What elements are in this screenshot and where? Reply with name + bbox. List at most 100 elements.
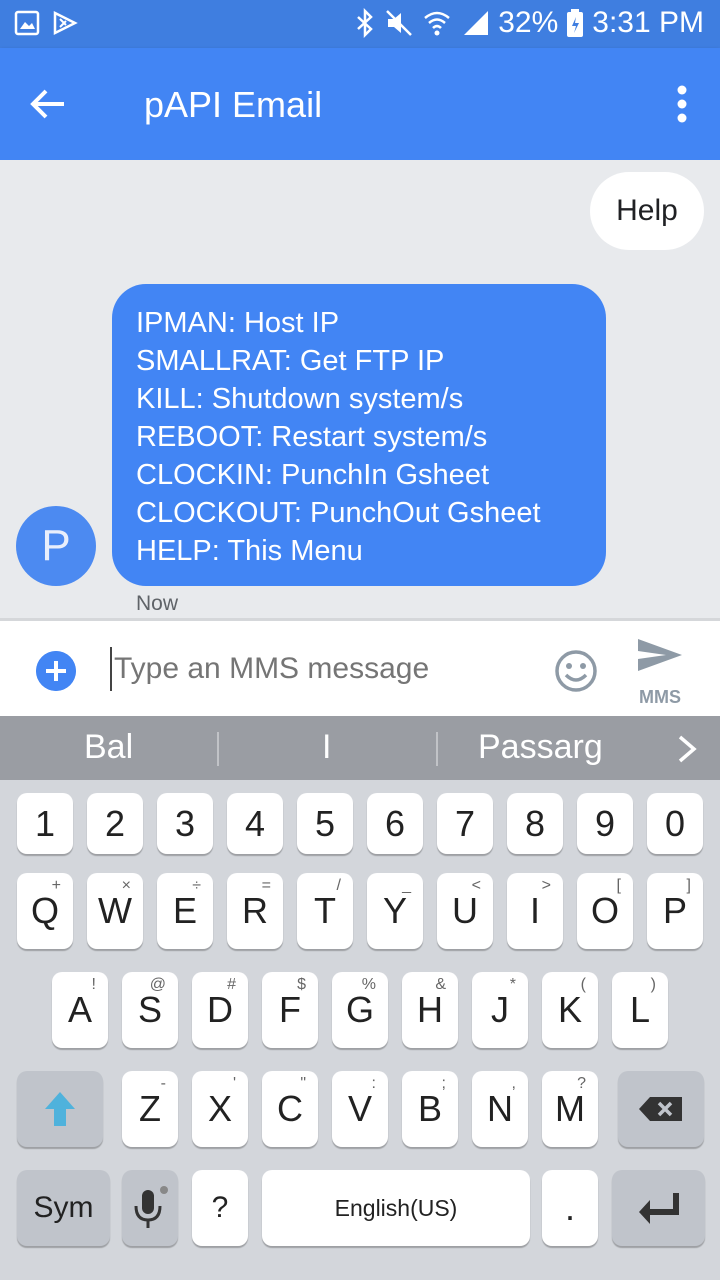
key-3[interactable]: 3 <box>157 793 213 854</box>
conversation-area[interactable]: Help IPMAN: Host IP SMALLRAT: Get FTP IP… <box>0 160 720 618</box>
key-m[interactable]: ? M <box>542 1071 598 1147</box>
key-k[interactable]: (K <box>542 972 598 1048</box>
suggestion-divider <box>436 732 438 766</box>
key-c[interactable]: " C <box>262 1071 318 1147</box>
battery-charging-icon <box>567 9 584 37</box>
key-1[interactable]: 1 <box>17 793 73 854</box>
key-label: Y <box>382 890 407 931</box>
play-store-notification-icon <box>53 10 78 36</box>
key-9[interactable]: 9 <box>577 793 633 854</box>
emoji-icon[interactable] <box>554 649 598 693</box>
key-label: Q <box>30 890 59 931</box>
suggestion-1[interactable]: Bal <box>84 728 133 767</box>
status-bar: 32% 3:31 PM <box>0 0 720 48</box>
key-q[interactable]: + Q <box>17 873 73 949</box>
key-secondary: _ <box>402 877 411 894</box>
key-secondary: < <box>471 877 481 894</box>
key-i[interactable]: > I <box>507 873 563 949</box>
key-4[interactable]: 4 <box>227 793 283 854</box>
send-button[interactable]: MMS <box>630 635 690 715</box>
suggestion-3[interactable]: Passarg <box>478 728 603 767</box>
key-5[interactable]: 5 <box>297 793 353 854</box>
key-n[interactable]: ,N <box>472 1071 528 1147</box>
key-e[interactable]: ÷ E <box>157 873 213 949</box>
key-secondary: & <box>435 976 446 993</box>
key-r[interactable]: = R <box>227 873 283 949</box>
key-secondary: + <box>51 877 61 894</box>
key-6[interactable]: 6 <box>367 793 423 854</box>
key-label: G <box>345 989 374 1030</box>
key-label: X <box>207 1088 232 1129</box>
key-b[interactable]: ; B <box>402 1071 458 1147</box>
key-label: D <box>207 989 233 1030</box>
key-label: N <box>487 1088 513 1129</box>
message-line: KILL: Shutdown system/s <box>136 383 464 415</box>
key-label: W <box>98 890 132 931</box>
app-bar: pAPI Email <box>0 48 720 160</box>
key-2[interactable]: 2 <box>87 793 143 854</box>
key-x[interactable]: ' X <box>192 1071 248 1147</box>
key-0[interactable]: 0 <box>647 793 703 854</box>
message-input[interactable] <box>110 647 530 691</box>
key-v[interactable]: :V <box>332 1071 388 1147</box>
key-y[interactable]: _ Y <box>367 873 423 949</box>
key-s[interactable]: @ S <box>122 972 178 1048</box>
key-p[interactable]: ] P <box>647 873 703 949</box>
outgoing-message[interactable]: Help <box>590 172 704 250</box>
key-label: L <box>629 989 651 1030</box>
gallery-notification-icon <box>14 10 40 36</box>
key-secondary: ' <box>232 1075 236 1092</box>
message-line: SMALLRAT: Get FTP IP <box>136 345 445 377</box>
key-secondary: $ <box>297 976 306 993</box>
sym-key[interactable]: Sym <box>17 1170 110 1246</box>
key-secondary: ? <box>577 1075 586 1092</box>
chevron-right-icon[interactable] <box>676 734 698 764</box>
wifi-icon <box>424 11 451 36</box>
key-j[interactable]: * J <box>472 972 528 1048</box>
key-g[interactable]: % G <box>332 972 388 1048</box>
period-key[interactable]: . <box>542 1170 598 1246</box>
bluetooth-icon <box>357 8 374 38</box>
key-l[interactable]: ) L <box>612 972 668 1048</box>
add-attachment-icon[interactable] <box>36 651 76 691</box>
key-z[interactable]: -Z <box>122 1071 178 1147</box>
send-icon <box>638 639 682 671</box>
key-label: P <box>662 890 687 931</box>
key-secondary: ] <box>686 877 691 894</box>
key-secondary: # <box>227 976 236 993</box>
voice-input-key[interactable] <box>122 1170 178 1246</box>
key-secondary: - <box>160 1075 166 1092</box>
key-t[interactable]: / T <box>297 873 353 949</box>
question-key[interactable]: ? <box>192 1170 248 1246</box>
key-o[interactable]: [O <box>577 873 633 949</box>
key-secondary: , <box>511 1075 516 1092</box>
suggestion-strip: Bal I Passarg <box>0 716 720 780</box>
keyboard: 1 2 3 4 5 6 7 8 9 0 + Q × W ÷ E = R / T _ Y < U… <box>0 780 720 1280</box>
enter-key[interactable] <box>612 1170 705 1246</box>
key-8[interactable]: 8 <box>507 793 563 854</box>
key-label: S <box>137 989 162 1030</box>
key-h[interactable]: & H <box>402 972 458 1048</box>
key-label: V <box>347 1088 372 1129</box>
key-7[interactable]: 7 <box>437 793 493 854</box>
backspace-key[interactable] <box>618 1071 704 1147</box>
shift-arrow-icon <box>45 1092 75 1126</box>
shift-key[interactable] <box>17 1071 103 1147</box>
incoming-message[interactable]: IPMAN: Host IP SMALLRAT: Get FTP IP KILL… <box>112 284 606 586</box>
key-a[interactable]: ! A <box>52 972 108 1048</box>
overflow-menu-icon[interactable] <box>676 84 688 124</box>
key-f[interactable]: $ F <box>262 972 318 1048</box>
message-line: CLOCKIN: PunchIn Gsheet <box>136 459 489 491</box>
contact-avatar[interactable]: P <box>16 506 96 586</box>
back-arrow-icon[interactable] <box>28 84 68 124</box>
key-u[interactable]: < U <box>437 873 493 949</box>
enter-icon <box>638 1193 679 1224</box>
key-d[interactable]: # D <box>192 972 248 1048</box>
space-key[interactable]: English(US) <box>262 1170 530 1246</box>
suggestion-2[interactable]: I <box>322 728 331 767</box>
suggestion-divider <box>217 732 219 766</box>
key-label: T <box>314 890 336 931</box>
key-w[interactable]: × W <box>87 873 143 949</box>
clock: 3:31 PM <box>592 6 704 39</box>
message-line: CLOCKOUT: PunchOut Gsheet <box>136 497 541 529</box>
